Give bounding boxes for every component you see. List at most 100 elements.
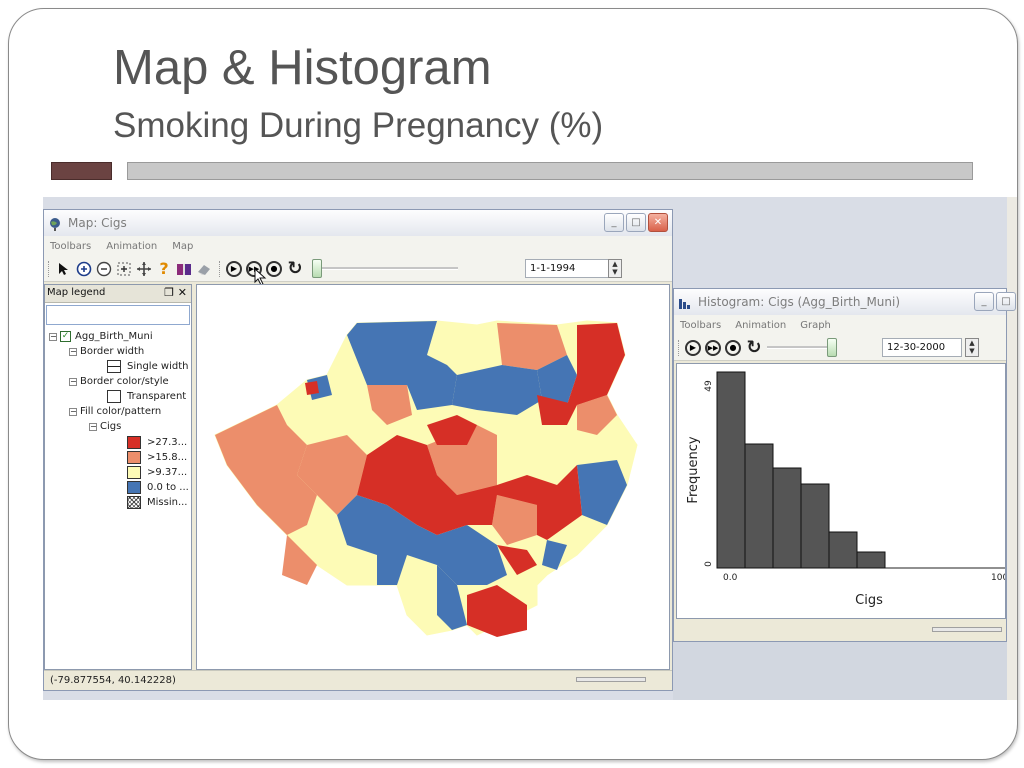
border-color-node[interactable]: − Border color/style — [69, 376, 169, 387]
menu-animation[interactable]: Animation — [106, 241, 157, 252]
histogram-plot: 49 0 Frequency 0.0 100 Cigs — [676, 363, 1006, 619]
border-width-label: Border width — [80, 346, 145, 357]
stop-icon[interactable]: ● — [725, 339, 741, 356]
layer-node[interactable]: − ✓ Agg_Birth_Muni — [49, 331, 153, 342]
x-axis-label: Cigs — [855, 593, 883, 608]
choropleth-map — [214, 320, 638, 637]
y-axis-label: Frequency — [686, 436, 701, 503]
desktop-background — [673, 642, 1007, 700]
histogram-bar-3[interactable] — [772, 467, 802, 569]
class-label: >27.3... — [147, 437, 188, 448]
zoom-in-icon[interactable] — [75, 260, 93, 278]
layer-name: Agg_Birth_Muni — [75, 331, 153, 342]
legend-class-4[interactable]: 0.0 to ... — [127, 481, 189, 494]
collapse-icon[interactable]: − — [49, 332, 57, 341]
map-window-titlebar[interactable]: Map: Cigs _ □ ✕ — [44, 210, 672, 236]
missing-hatch-swatch — [127, 496, 141, 509]
minimize-button[interactable]: _ — [604, 213, 624, 232]
collapse-icon[interactable]: − — [69, 377, 77, 386]
histogram-window: Histogram: Cigs (Agg_Birth_Muni) _ □ Too… — [673, 288, 1016, 642]
eraser-icon[interactable] — [195, 260, 213, 278]
screenshot-area: Map: Cigs _ □ ✕ Toolbars Animation Map ?… — [43, 197, 1017, 700]
status-progress-slot — [932, 627, 1002, 632]
desktop-edge — [1007, 197, 1017, 700]
legend-class-5[interactable]: Missin... — [127, 496, 187, 509]
play-icon[interactable]: ▶ — [226, 260, 242, 277]
legend-header-buttons[interactable]: ❐ ✕ — [164, 286, 187, 299]
minimize-button[interactable]: _ — [974, 292, 994, 311]
map-window-title: Map: Cigs — [68, 216, 127, 230]
collapse-icon[interactable]: − — [69, 347, 77, 356]
collapse-icon[interactable]: − — [89, 422, 97, 431]
border-width-value[interactable]: Single width — [107, 360, 188, 373]
reset-icon[interactable]: ↻ — [286, 258, 304, 279]
date-field[interactable]: 1-1-1994 — [525, 259, 609, 278]
date-spinner[interactable]: ▲ ▼ — [608, 259, 622, 278]
close-button[interactable]: ✕ — [648, 213, 668, 232]
map-window: Map: Cigs _ □ ✕ Toolbars Animation Map ?… — [43, 209, 673, 691]
maximize-button[interactable]: □ — [996, 292, 1016, 311]
histogram-toolbar: ▶ ▶▶ ● ↻ 12-30-2000 ▲ ▼ — [674, 335, 1006, 361]
histogram-statusbar — [674, 619, 1006, 641]
histogram-bar-2[interactable] — [744, 443, 774, 569]
book-icon[interactable] — [175, 260, 193, 278]
time-slider-thumb[interactable] — [312, 259, 322, 278]
class-label: >9.37... — [147, 467, 188, 478]
layer-checkbox[interactable]: ✓ — [60, 331, 71, 342]
histogram-bar-4[interactable] — [800, 483, 830, 569]
zoom-extent-icon[interactable] — [115, 260, 133, 278]
histogram-bar-5[interactable] — [828, 531, 858, 569]
menu-animation[interactable]: Animation — [735, 320, 786, 331]
stop-icon[interactable]: ● — [266, 260, 282, 277]
date-field[interactable]: 12-30-2000 — [882, 338, 962, 357]
status-progress-slot — [576, 677, 646, 682]
help-icon[interactable]: ? — [155, 259, 173, 278]
border-color-value[interactable]: Transparent — [107, 390, 186, 403]
legend-header: Map legend ❐ ✕ — [45, 285, 191, 303]
toolbar-grip-2[interactable] — [219, 260, 222, 277]
date-spinner[interactable]: ▲ ▼ — [965, 338, 979, 357]
histogram-window-titlebar[interactable]: Histogram: Cigs (Agg_Birth_Muni) _ □ — [674, 289, 1016, 315]
maximize-button[interactable]: □ — [626, 213, 646, 232]
field-node[interactable]: − Cigs — [89, 421, 121, 432]
accent-bar — [127, 162, 973, 180]
menu-toolbars[interactable]: Toolbars — [680, 320, 721, 331]
histogram-bar-1[interactable] — [716, 371, 746, 569]
map-canvas[interactable] — [196, 284, 670, 670]
legend-search-field[interactable] — [46, 305, 190, 325]
menu-graph[interactable]: Graph — [800, 320, 831, 331]
coordinate-readout: (-79.877554, 40.142228) — [50, 675, 176, 686]
border-width-node[interactable]: − Border width — [69, 346, 144, 357]
legend-class-3[interactable]: >9.37... — [127, 466, 187, 479]
legend-class-2[interactable]: >15.8... — [127, 451, 187, 464]
histogram-bar-6[interactable] — [856, 551, 886, 569]
zoom-out-icon[interactable] — [95, 260, 113, 278]
toolbar-grip[interactable] — [48, 260, 51, 277]
map-region — [305, 381, 319, 395]
line-width-swatch — [107, 360, 121, 373]
accent-block — [51, 162, 112, 180]
time-slider[interactable] — [312, 259, 458, 278]
toolbar-grip[interactable] — [678, 339, 681, 356]
legend-title: Map legend — [47, 287, 106, 298]
histogram-menubar: Toolbars Animation Graph — [674, 315, 1006, 335]
menu-toolbars[interactable]: Toolbars — [50, 241, 91, 252]
legend-class-1[interactable]: >27.3... — [127, 436, 187, 449]
pointer-icon[interactable] — [55, 260, 73, 278]
fill-node[interactable]: − Fill color/pattern — [69, 406, 161, 417]
reset-icon[interactable]: ↻ — [745, 337, 763, 358]
histogram-chart: 49 0 Frequency 0.0 100 Cigs — [686, 371, 1005, 608]
class-swatch — [127, 481, 141, 494]
play-icon[interactable]: ▶ — [685, 339, 701, 356]
time-slider-thumb[interactable] — [827, 338, 837, 357]
collapse-icon[interactable]: − — [69, 407, 77, 416]
x-tick-start: 0.0 — [723, 573, 738, 583]
time-slider[interactable] — [767, 338, 837, 357]
menu-map[interactable]: Map — [172, 241, 193, 252]
map-statusbar: (-79.877554, 40.142228) — [44, 670, 672, 690]
pan-icon[interactable] — [135, 260, 153, 278]
class-label: Missin... — [147, 497, 188, 508]
map-legend-panel: Map legend ❐ ✕ − ✓ Agg_Birth_Muni − Bord… — [44, 284, 192, 670]
fast-forward-icon[interactable]: ▶▶ — [705, 339, 721, 356]
border-color-text: Transparent — [127, 391, 187, 402]
